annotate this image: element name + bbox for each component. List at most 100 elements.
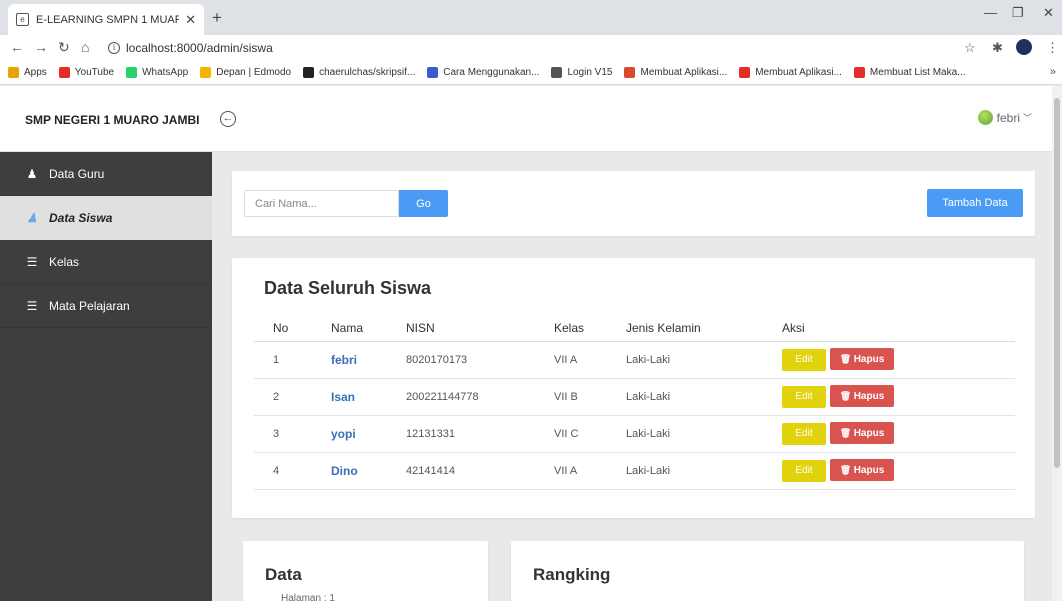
bookmark-label: Cara Menggunakan... (443, 67, 540, 78)
nisn: 8020170173 (387, 341, 535, 379)
search-input[interactable] (244, 190, 399, 217)
row-number: 3 (254, 415, 312, 453)
bookmark-label: WhatsApp (142, 67, 189, 78)
delete-button[interactable]: 🗑 Hapus (830, 385, 894, 407)
extensions-icon[interactable]: ✱ (992, 40, 1003, 56)
user-menu[interactable]: febri ﹀ (977, 110, 1032, 125)
window-close-icon[interactable]: ✕ (1043, 5, 1054, 21)
bookmark-item[interactable]: Membuat Aplikasi... (739, 67, 842, 78)
app-header: SMP NEGERI 1 MUARO JAMBI ← febri ﹀ (0, 86, 1052, 152)
row-number: 1 (254, 341, 312, 379)
bookmark-item[interactable]: Apps (8, 67, 47, 78)
delete-label: Hapus (853, 354, 885, 365)
search-card: Go Tambah Data (232, 171, 1035, 236)
nisn: 200221144778 (387, 378, 535, 416)
browser-tab[interactable]: e E-LEARNING SMPN 1 MUARO JA ✕ (8, 4, 204, 35)
page-scrollbar[interactable] (1052, 86, 1062, 601)
brand-title: SMP NEGERI 1 MUARO JAMBI (25, 113, 200, 127)
scrollbar-thumb[interactable] (1054, 98, 1060, 468)
collapse-sidebar-icon[interactable]: ← (220, 111, 236, 127)
delete-button[interactable]: 🗑 Hapus (830, 459, 894, 481)
bookmark-item[interactable]: Depan | Edmodo (200, 67, 291, 78)
row-actions: Edit 🗑 Hapus (763, 452, 1015, 490)
student-name[interactable]: febri (312, 341, 387, 379)
delete-button[interactable]: 🗑 Hapus (830, 422, 894, 444)
bookmark-item[interactable]: Login V15 (551, 67, 612, 78)
ranking-card-title: Rangking (533, 565, 611, 584)
bookmark-icon (303, 67, 315, 78)
bookmark-icon (739, 67, 751, 78)
minimize-icon[interactable]: — (984, 5, 997, 20)
bookmark-label: Depan | Edmodo (216, 67, 292, 78)
bookmark-item[interactable]: Membuat Aplikasi... (624, 67, 727, 78)
bookmark-item[interactable]: WhatsApp (126, 67, 188, 78)
column-header: Nama (312, 315, 387, 342)
bookmark-icon (624, 67, 636, 78)
delete-button[interactable]: 🗑 Hapus (830, 348, 894, 370)
profile-avatar[interactable] (1016, 39, 1032, 55)
tab-close-icon[interactable]: ✕ (185, 12, 196, 28)
edit-button[interactable]: Edit (782, 386, 826, 408)
row-number: 4 (254, 452, 312, 490)
sidebar-item-label: Kelas (49, 254, 80, 269)
reload-icon[interactable]: ↻ (58, 39, 70, 56)
sidebar-item-label: Data Siswa (49, 211, 113, 225)
user-avatar (977, 110, 993, 125)
class: VII C (535, 415, 607, 453)
bookmark-icon (8, 67, 19, 78)
sidebar-item-label: Mata Pelajaran (49, 298, 130, 313)
table-row: 4 Dino 42141414 VII A Laki-Laki Edit 🗑 Hapus (254, 452, 1015, 490)
bookmark-icon (551, 67, 563, 78)
menu-dots-icon[interactable]: ⋮ (1046, 40, 1059, 56)
users-icon: ♟ (26, 211, 38, 225)
edit-button[interactable]: Edit (782, 349, 826, 371)
gender: Laki-Laki (607, 452, 763, 490)
bookmark-label: YouTube (74, 67, 115, 78)
go-button[interactable]: Go (399, 190, 448, 217)
address-bar[interactable]: i localhost:8000/admin/siswa (100, 38, 950, 58)
tab-title: E-LEARNING SMPN 1 MUARO JA (36, 13, 180, 26)
more-bookmarks-icon[interactable]: » (1050, 66, 1056, 78)
bookmark-item[interactable]: chaerulchas/skripsif... (303, 67, 415, 78)
bookmark-star-icon[interactable]: ☆ (964, 40, 976, 56)
sidebar-item-data-guru[interactable]: ♟ Data Guru (0, 152, 212, 196)
gender: Laki-Laki (607, 415, 763, 453)
sidebar-item-mata-pelajaran[interactable]: ☰ Mata Pelajaran (0, 284, 212, 328)
add-data-button[interactable]: Tambah Data (927, 189, 1023, 217)
info-icon[interactable]: i (108, 42, 120, 54)
back-arrow-icon[interactable]: ← (10, 39, 24, 55)
student-name[interactable]: Dino (312, 452, 387, 490)
home-icon[interactable]: ⌂ (81, 39, 89, 55)
sidebar-item-label: Data Guru (49, 166, 105, 181)
bookmark-item[interactable]: Membuat List Maka... (853, 67, 966, 78)
data-card-title: Data (265, 565, 302, 584)
row-actions: Edit 🗑 Hapus (763, 415, 1015, 453)
chevron-down-icon: ﹀ (1022, 113, 1032, 123)
restore-icon[interactable]: ❐ (1012, 5, 1024, 21)
trash-icon: 🗑 (839, 354, 854, 364)
edit-button[interactable]: Edit (782, 423, 826, 445)
bookmark-label: Login V15 (567, 67, 613, 78)
row-actions: Edit 🗑 Hapus (763, 378, 1015, 416)
table-title: Data Seluruh Siswa (264, 278, 432, 298)
column-header: Aksi (763, 315, 1015, 342)
forward-arrow-icon[interactable]: → (34, 39, 48, 55)
student-name[interactable]: Isan (312, 378, 387, 416)
bookmark-item[interactable]: Cara Menggunakan... (427, 67, 539, 78)
student-name[interactable]: yopi (312, 415, 387, 453)
edit-button[interactable]: Edit (782, 460, 826, 482)
row-number: 2 (254, 378, 312, 416)
data-card: Data Halaman : 1 (243, 541, 488, 601)
table-row: 3 yopi 12131331 VII C Laki-Laki Edit 🗑 Hapus (254, 415, 1015, 453)
bookmark-item[interactable]: YouTube (58, 67, 115, 78)
users-icon: ♟ (26, 166, 38, 181)
new-tab-icon[interactable]: + (212, 8, 222, 28)
class: VII B (535, 378, 607, 416)
sidebar-item-kelas[interactable]: ☰ Kelas (0, 240, 212, 284)
table-row: 1 febri 8020170173 VII A Laki-Laki Edit 🗑 Hapu… (254, 341, 1015, 379)
column-header: No (254, 315, 312, 342)
students-table-card: Data Seluruh Siswa No Nama NISN Kelas Jenis … (232, 258, 1035, 518)
sidebar-item-data-siswa[interactable]: ♟ Data Siswa (0, 196, 212, 240)
column-header: NISN (387, 315, 535, 342)
sidebar: ♟ Data Guru ♟ Data Siswa ☰ Kelas ☰ Mata … (0, 152, 212, 601)
